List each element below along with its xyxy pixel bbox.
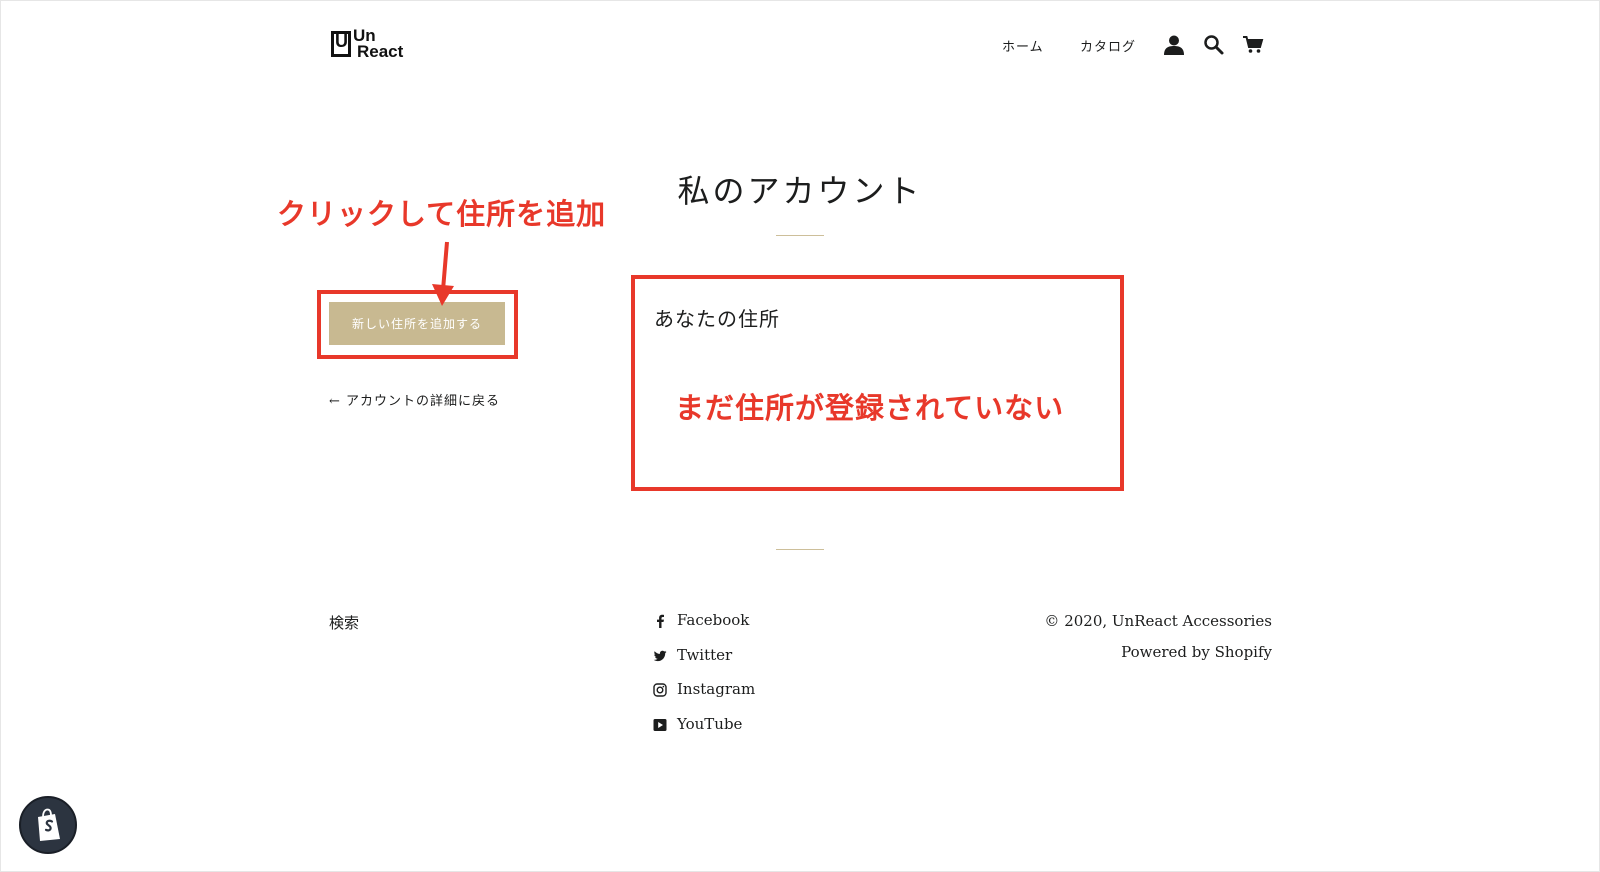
shopify-bag-icon: [38, 808, 60, 841]
annotation-no-address: まだ住所が登録されていない: [675, 391, 1065, 425]
shopify-chat-badge[interactable]: [19, 796, 77, 854]
twitter-icon: [653, 650, 667, 661]
annotation-box-button: [317, 290, 518, 359]
annotation-arrow-icon: [432, 241, 454, 306]
social-links: Facebook Twitter Instagram YouTube: [653, 611, 755, 749]
instagram-icon: [653, 683, 667, 697]
social-label-facebook[interactable]: Facebook: [677, 611, 749, 629]
footer-search-link[interactable]: 検索: [329, 612, 359, 633]
logo-mark: U: [331, 31, 351, 57]
social-item-youtube[interactable]: YouTube: [653, 715, 755, 750]
back-to-account-link[interactable]: ← アカウントの詳細に戻る: [329, 390, 500, 409]
facebook-icon: [657, 614, 664, 628]
social-item-facebook[interactable]: Facebook: [653, 611, 755, 646]
social-label-instagram[interactable]: Instagram: [677, 680, 755, 698]
annotation-box-addresses: [631, 275, 1124, 491]
user-icon[interactable]: [1163, 34, 1185, 56]
annotation-click-to-add: クリックして住所を追加: [277, 197, 607, 231]
nav-home[interactable]: ホーム: [1002, 36, 1044, 55]
footer-divider: [776, 549, 824, 550]
logo-mark-letter: U: [335, 31, 348, 51]
page-title: 私のアカウント: [677, 172, 923, 210]
social-item-twitter[interactable]: Twitter: [653, 646, 755, 681]
copyright-text: © 2020, UnReact Accessories: [1044, 612, 1272, 630]
cart-icon[interactable]: [1242, 34, 1264, 56]
logo-text-line2: React: [357, 42, 404, 61]
nav-catalog[interactable]: カタログ: [1080, 36, 1136, 55]
title-divider: [776, 235, 824, 236]
youtube-icon: [653, 718, 667, 731]
social-label-youtube[interactable]: YouTube: [677, 715, 742, 733]
social-label-twitter[interactable]: Twitter: [677, 646, 732, 664]
site-logo[interactable]: U Un React: [331, 27, 417, 61]
social-item-instagram[interactable]: Instagram: [653, 680, 755, 715]
powered-by-shopify-link[interactable]: Powered by Shopify: [1121, 643, 1272, 661]
search-icon[interactable]: [1203, 34, 1225, 56]
